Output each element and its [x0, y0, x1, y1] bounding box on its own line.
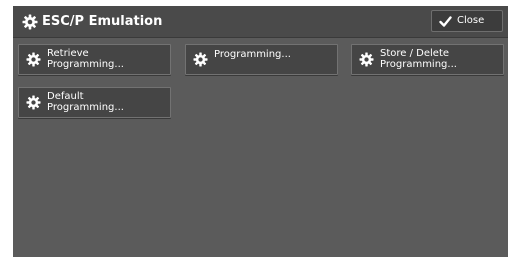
- label-line: Programming...: [380, 59, 457, 70]
- title-bar: ESC/P Emulation Close: [13, 6, 508, 38]
- gear-icon: [26, 52, 41, 67]
- gear-icon: [26, 95, 41, 110]
- label-line: Programming...: [47, 102, 124, 113]
- programming-label: Programming...: [214, 49, 291, 60]
- store-delete-programming-button[interactable]: Store / Delete Programming...: [351, 44, 504, 75]
- label-line: Store / Delete: [380, 48, 450, 59]
- label-line: Retrieve: [47, 48, 89, 59]
- store-delete-programming-label: Store / Delete Programming...: [380, 48, 457, 70]
- label-line: Default: [47, 91, 84, 102]
- retrieve-programming-label: Retrieve Programming...: [47, 48, 124, 70]
- checkmark-icon: [439, 16, 452, 27]
- label-line: Programming...: [214, 49, 291, 60]
- default-programming-button[interactable]: Default Programming...: [18, 87, 171, 118]
- gear-icon: [22, 14, 38, 30]
- label-line: Programming...: [47, 59, 124, 70]
- gear-icon: [193, 52, 208, 67]
- default-programming-label: Default Programming...: [47, 91, 124, 113]
- programming-button[interactable]: Programming...: [185, 44, 338, 75]
- esc-p-emulation-dialog: ESC/P Emulation Close Retrieve Programmi…: [13, 6, 508, 257]
- retrieve-programming-button[interactable]: Retrieve Programming...: [18, 44, 171, 75]
- page-title: ESC/P Emulation: [42, 14, 163, 29]
- close-button-label: Close: [457, 15, 485, 26]
- gear-icon: [359, 52, 374, 67]
- close-button[interactable]: Close: [431, 10, 503, 32]
